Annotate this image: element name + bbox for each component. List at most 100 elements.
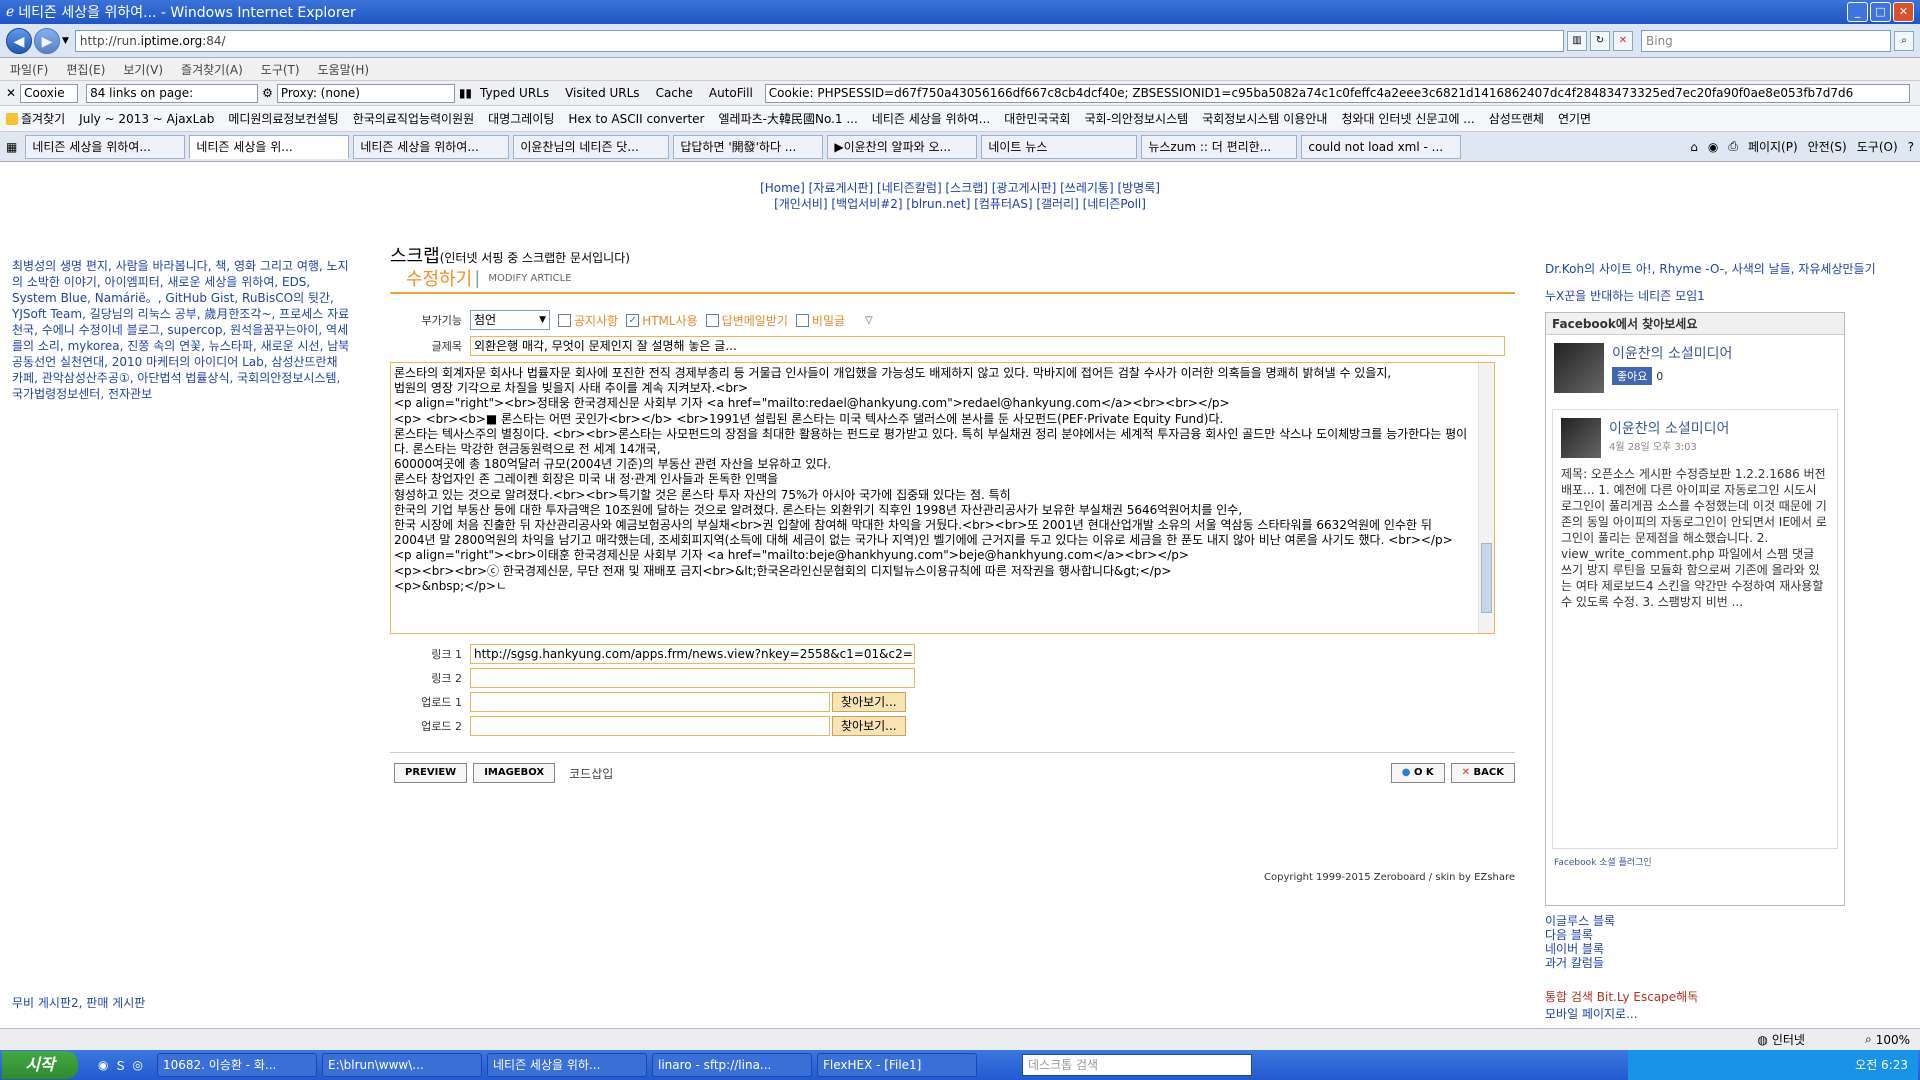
page-avatar[interactable] [1554,343,1604,393]
scrollbar-thumb[interactable] [1481,543,1492,613]
cookie-select[interactable]: Cooxie [20,83,79,103]
fav-item[interactable]: 네티즌 세상을 위하여... [872,110,990,127]
upload1-browse-button[interactable]: 찾아보기... [832,692,906,712]
imagebox-button[interactable]: IMAGEBOX [473,763,556,783]
reply-mail-checkbox[interactable] [705,313,719,327]
forward-button[interactable]: ▶ [34,27,60,54]
post-avatar[interactable] [1561,418,1601,458]
close-button[interactable]: ✕ [1893,2,1914,22]
fav-item[interactable]: Hex to ASCII converter [568,112,704,126]
quicklaunch-icon[interactable]: ◎ [133,1058,143,1072]
ok-button[interactable]: ● O K [1390,763,1445,783]
link1-input[interactable]: http://sgsg.hankyung.com/apps.frm/news.v… [470,644,915,664]
fav-item[interactable]: 대명그레이팅 [488,110,554,127]
fav-item[interactable]: 국회-의안정보시스템 [1084,110,1188,127]
fav-item[interactable]: July ~ 2013 ~ AjaxLab [79,112,214,126]
print-icon[interactable]: ⎙ [1728,139,1738,154]
autofill-button[interactable]: AutoFill [709,86,753,100]
cookie-value[interactable]: Cookie: PHPSESSID=d67f750a43056166df667c… [764,83,1910,103]
right-top-links[interactable]: Dr.Koh의 사이트 아!, Rhyme -O-, 사색의 날들, 자유세상만… [1545,260,1885,277]
blog-link[interactable]: 네이버 블록 [1545,942,1885,956]
body-textarea[interactable]: 론스타의 회계자문 회사나 법률자문 회사에 포진한 전직 경제부총리 등 거물… [390,362,1495,634]
toolbar-gear-icon[interactable]: ⚙ [262,86,273,100]
rss-icon[interactable]: ◉ [1708,140,1718,154]
desktop-search-input[interactable]: 데스크톱 검색 [1021,1054,1252,1076]
quick-tabs-icon[interactable]: ▦ [6,140,17,154]
tab[interactable]: could not load xml - ... [1301,134,1462,159]
notice-checkbox[interactable] [558,313,571,327]
compat-view-icon[interactable]: ▥ [1567,30,1587,51]
menu-help[interactable]: 도움말(H) [318,61,370,78]
tab[interactable]: ▶이윤찬의 알파와 오... [827,134,978,159]
fav-item[interactable]: 연기면 [1558,110,1591,127]
tools-menu[interactable]: 도구(O) [1857,138,1898,155]
task-button[interactable]: 10682. 이승환 - 화... [156,1053,317,1077]
blog-link[interactable]: 다음 블록 [1545,928,1885,942]
back-button[interactable]: ✕ BACK [1450,763,1515,783]
code-insert-button[interactable]: 코드삽입 [569,765,613,782]
menu-view[interactable]: 보기(V) [123,61,163,78]
menu-tools[interactable]: 도구(T) [261,61,300,78]
left-bottom-links[interactable]: 무비 게시판2, 판매 게시판 [12,994,145,1011]
fav-item[interactable]: 삼성뜨랜체 [1489,110,1544,127]
top-links-line1[interactable]: [Home] [자료게시판] [네티즌칼럼] [스크랩] [광고게시판] [쓰레… [0,180,1920,196]
menu-file[interactable]: 파일(F) [10,61,48,78]
help-icon[interactable]: ? [1908,140,1914,154]
zoom-level[interactable]: 100% [1876,1033,1910,1047]
typed-urls-button[interactable]: Typed URLs [480,86,549,100]
menu-favorites[interactable]: 즐겨찾기(A) [181,61,243,78]
start-button[interactable]: 시작 [2,1051,78,1079]
zoom-icon[interactable]: ⌕ [1865,1032,1872,1047]
fav-item[interactable]: 국회정보시스템 이용안내 [1202,110,1327,127]
maximize-button[interactable]: □ [1870,2,1891,22]
post-author[interactable]: 이윤찬의 소셜미디어 [1561,418,1829,438]
task-button[interactable]: FlexHEX - [File1] [816,1053,977,1077]
html-checkbox[interactable]: ✓ [626,313,640,327]
task-button[interactable]: linaro - sftp://lina... [651,1053,812,1077]
left-links[interactable]: 최병성의 생명 편지, 사람을 바라봅니다, 책, 영화 그리고 여행, 노지의… [12,258,352,402]
tab[interactable]: 이윤찬님의 네티즌 닷... [513,134,670,159]
back-button[interactable]: ◀ [6,27,32,54]
fav-item[interactable]: 엘레파츠-大韓民國No.1 ... [718,110,857,127]
mobile-link[interactable]: 모바일 페이지로... [1545,1005,1885,1022]
group-link[interactable]: 누X꾼을 반대하는 네티즌 모임1 [1545,287,1885,304]
tab[interactable]: 네티즌 세상을 위하여... [353,134,510,159]
link2-input[interactable] [470,668,915,688]
fav-item[interactable]: 한국의료직업능력이원원 [353,110,474,127]
option-select[interactable]: 첨언 ▼ [470,310,550,330]
proxy-select[interactable]: Proxy: (none) [276,83,455,103]
fav-item[interactable]: 청와대 인터넷 신문고에 ... [1341,110,1474,127]
address-input[interactable]: http://run.iptime.org:84/ [74,29,1564,52]
facebook-footer[interactable]: Facebook 소셜 플러그인 [1546,855,1844,868]
task-button[interactable]: 네티즌 세상을 위하... [486,1053,647,1077]
home-icon[interactable]: ⌂ [1690,140,1698,154]
quicklaunch-icon[interactable]: Ｓ [114,1057,126,1074]
expand-icon[interactable]: ▽ [865,315,873,326]
upload2-input[interactable] [470,716,830,736]
toolbar-close-icon[interactable]: ✕ [6,86,16,100]
blog-link[interactable]: 이글루스 블록 [1545,914,1885,928]
upload2-browse-button[interactable]: 찾아보기... [832,716,906,736]
favorites-button[interactable]: 즐겨찾기 [6,110,65,127]
links-select[interactable]: 84 links on page: [86,83,259,103]
fav-item[interactable]: 메디원의료정보컨설팅 [228,110,338,127]
tab[interactable]: 네티즌 세상을 위하여... [25,134,186,159]
nav-dropdown-icon[interactable]: ▼ [62,36,69,46]
search-input[interactable]: Bing [1641,29,1891,52]
search-link[interactable]: 통합 검색 Bit.Ly Escape해독 [1545,988,1885,1005]
clock[interactable]: 오전 6:23 [1855,1058,1908,1072]
menu-edit[interactable]: 편집(E) [66,61,105,78]
toolbar-pause-icon[interactable]: ▮▮ [459,86,472,100]
search-icon[interactable]: ⌕ [1894,30,1914,51]
preview-button[interactable]: PREVIEW [394,763,468,783]
minimize-button[interactable]: _ [1847,2,1868,22]
like-button[interactable]: 좋아요 [1612,367,1653,385]
tab[interactable]: 답답하면 '開發'하다 ... [673,134,824,159]
refresh-icon[interactable]: ↻ [1590,30,1610,51]
blog-link[interactable]: 과거 칼럼들 [1545,956,1885,970]
tab[interactable]: 네이트 뉴스 [981,134,1138,159]
top-links-line2[interactable]: [개인서비] [백업서비#2] [blrun.net] [컴퓨터AS] [갤러리… [0,196,1920,212]
page-menu[interactable]: 페이지(P) [1748,138,1798,155]
upload1-input[interactable] [470,692,830,712]
safety-menu[interactable]: 안전(S) [1808,138,1847,155]
